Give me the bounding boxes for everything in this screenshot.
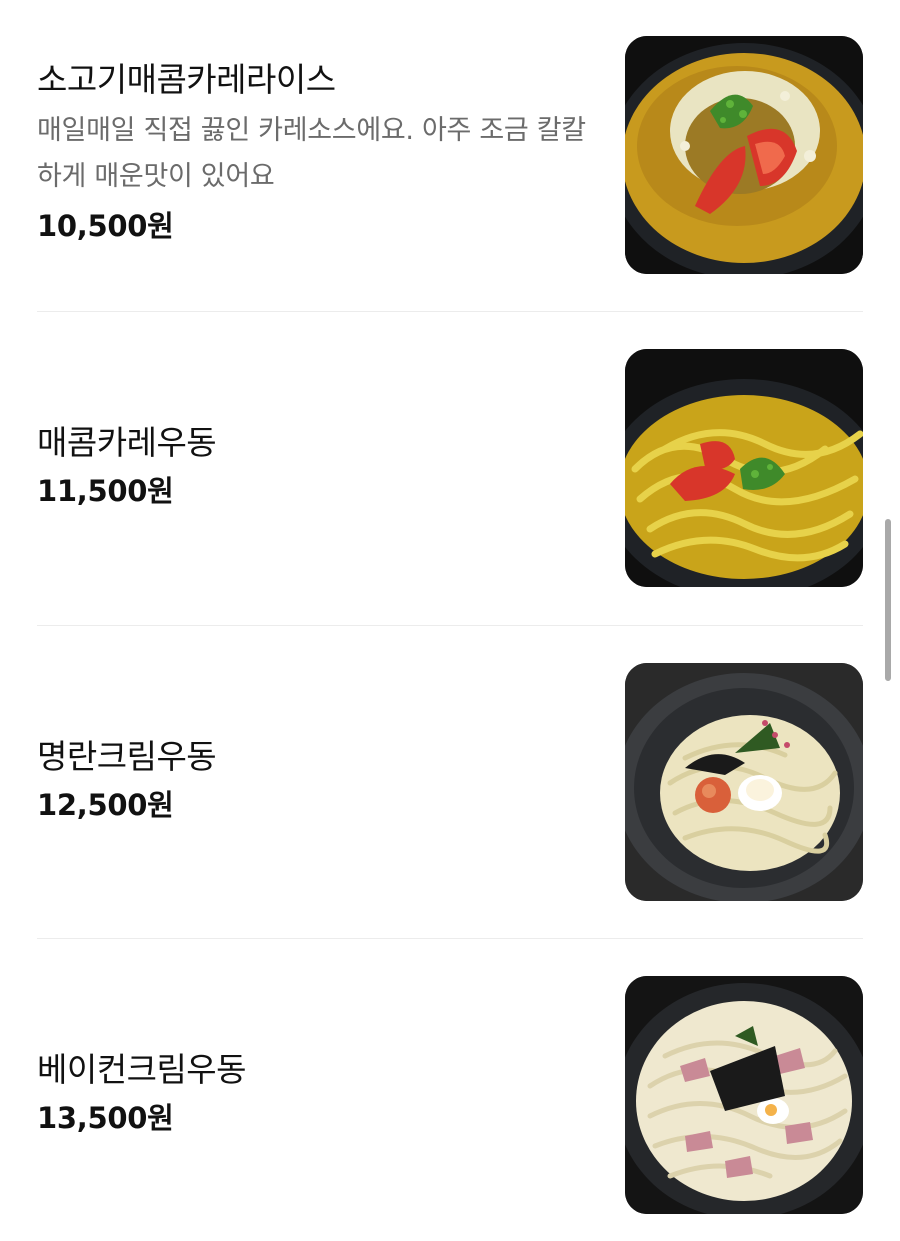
menu-item-mentaiko-cream-udon[interactable]: 명란크림우동 12,500원 xyxy=(37,663,863,901)
scrollbar[interactable] xyxy=(885,519,891,681)
menu-item-description: 매일매일 직접 끓인 카레소스에요. 아주 조금 칼칼하게 매운맛이 있어요 xyxy=(37,115,586,192)
menu-item-name: 소고기매콤카레라이스 xyxy=(37,60,336,99)
menu-list: 소고기매콤카레라이스 매일매일 직접 끓인 카레소스에요. 아주 조금 칼칼하게… xyxy=(0,0,900,1241)
menu-item-text: 소고기매콤카레라이스 매일매일 직접 끓인 카레소스에요. 아주 조금 칼칼하게… xyxy=(37,58,597,246)
menu-item-photo xyxy=(625,36,863,274)
menu-item-bacon-cream-udon[interactable]: 베이컨크림우동 13,500원 xyxy=(37,976,863,1214)
menu-item-text: 명란크림우동 12,500원 xyxy=(37,735,597,825)
menu-item-photo xyxy=(625,349,863,587)
divider xyxy=(37,311,863,312)
mentaiko-cream-udon-photo xyxy=(625,663,863,901)
menu-item-photo xyxy=(625,976,863,1214)
menu-item-photo xyxy=(625,663,863,901)
divider xyxy=(37,625,863,626)
menu-item-price: 10,500원 xyxy=(37,209,174,243)
menu-item-name: 베이컨크림우동 xyxy=(37,1050,247,1089)
menu-item-price: 13,500원 xyxy=(37,1101,174,1135)
menu-item-text: 베이컨크림우동 13,500원 xyxy=(37,1048,597,1138)
curry-udon-photo xyxy=(625,349,863,587)
menu-item-name: 명란크림우동 xyxy=(37,737,217,776)
menu-item-price: 11,500원 xyxy=(37,474,174,508)
menu-item-price: 12,500원 xyxy=(37,788,174,822)
curry-rice-photo xyxy=(625,36,863,274)
menu-item-spicy-curry-udon[interactable]: 매콤카레우동 11,500원 xyxy=(37,349,863,587)
menu-item-beef-curry-rice[interactable]: 소고기매콤카레라이스 매일매일 직접 끓인 카레소스에요. 아주 조금 칼칼하게… xyxy=(37,36,863,274)
menu-item-text: 매콤카레우동 11,500원 xyxy=(37,421,597,511)
bacon-cream-udon-photo xyxy=(625,976,863,1214)
menu-item-name: 매콤카레우동 xyxy=(37,423,217,462)
divider xyxy=(37,938,863,939)
